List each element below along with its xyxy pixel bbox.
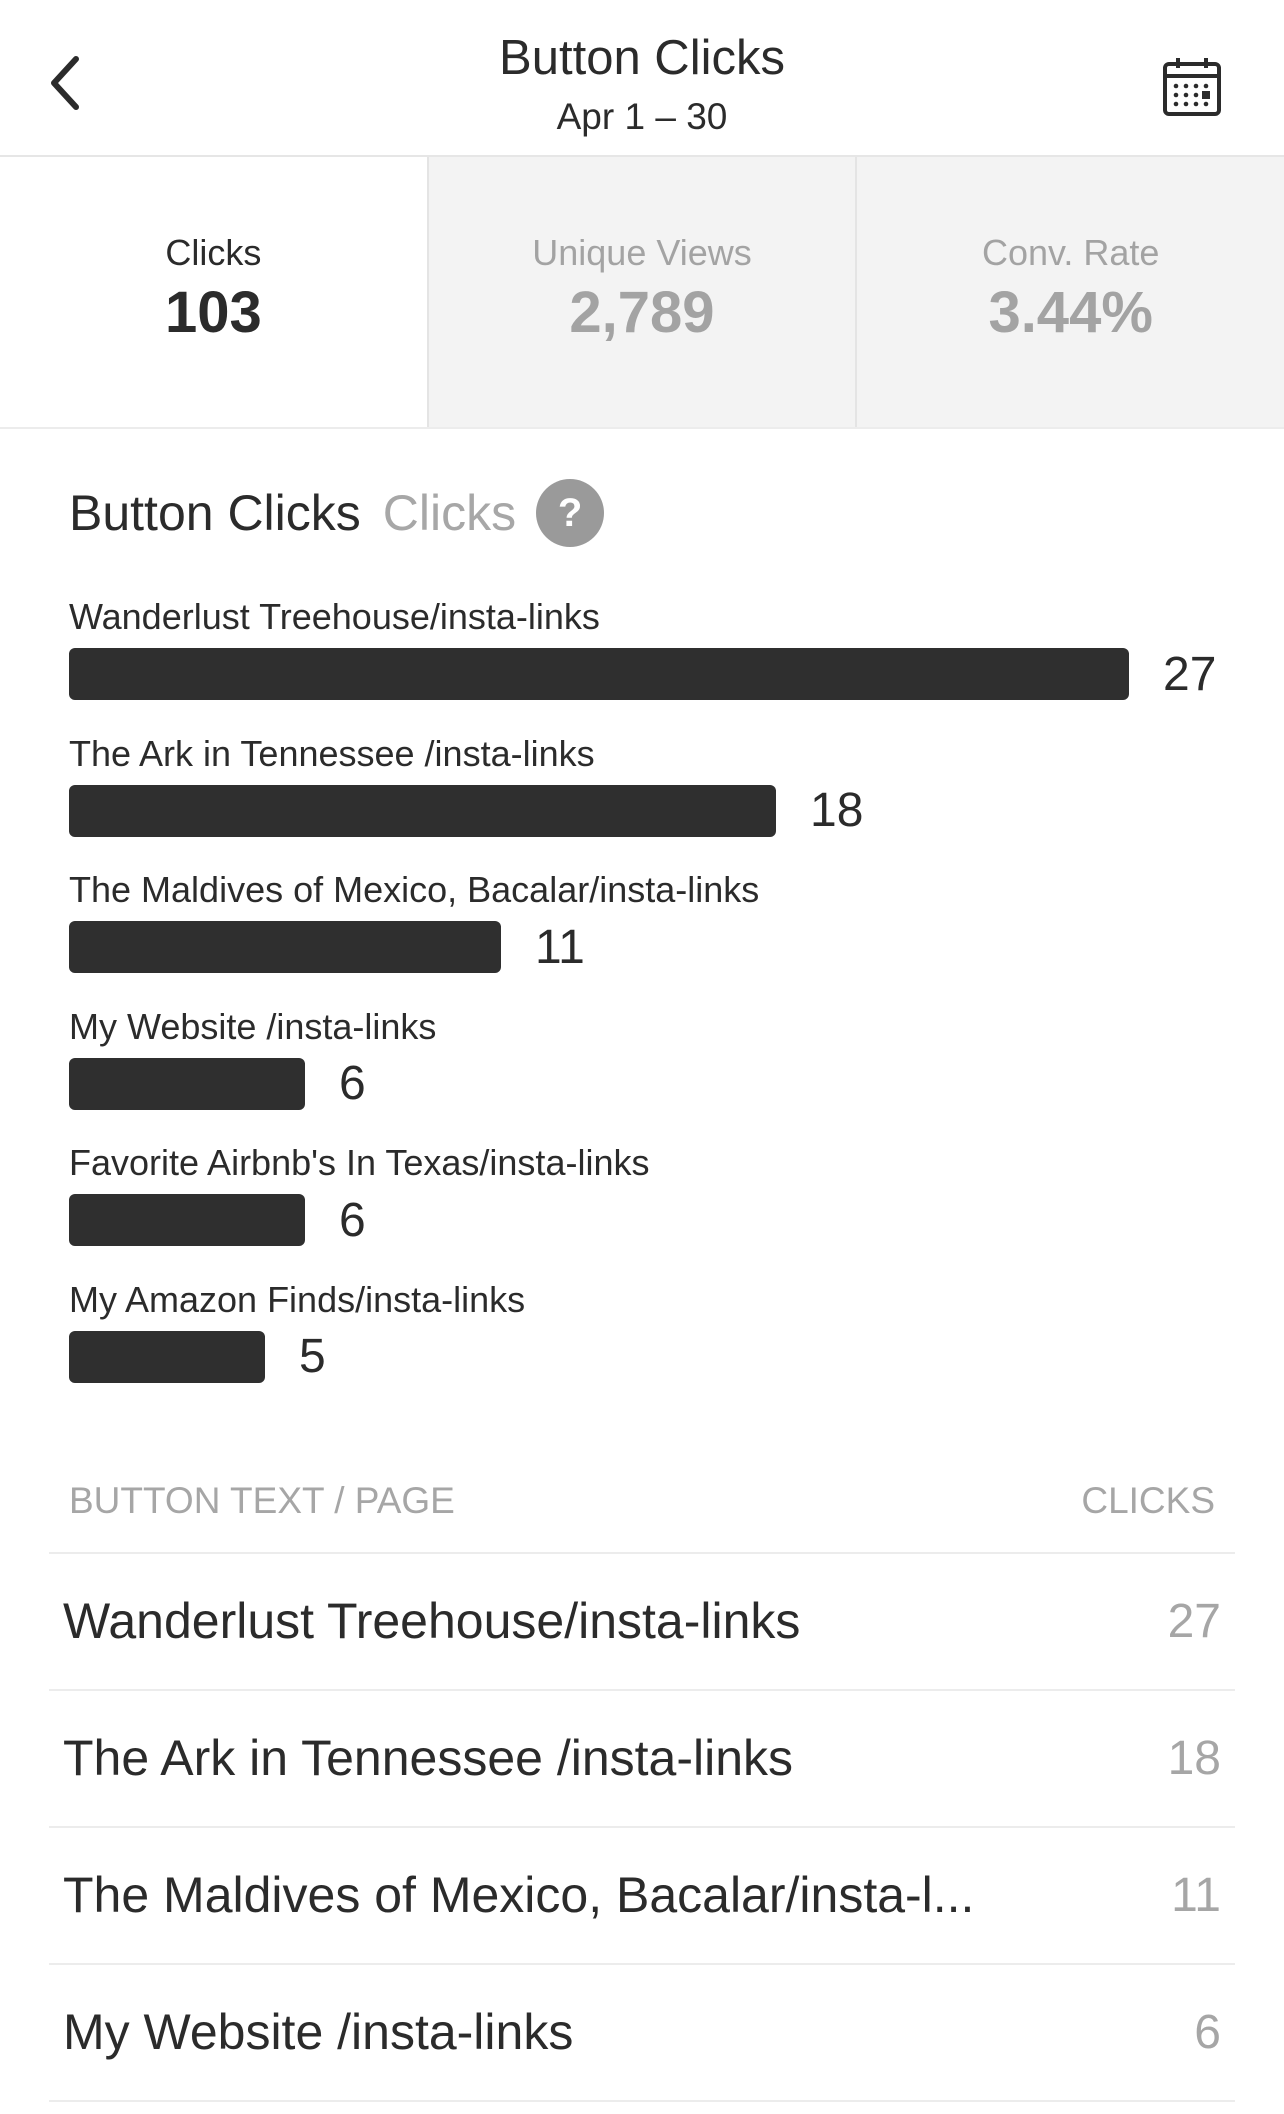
row-button-text: My Website /insta-links: [63, 2004, 574, 2060]
chart-metric: Clicks: [382, 485, 517, 541]
table-row[interactable]: The Ark in Tennessee /insta-links 18: [49, 1691, 1235, 1828]
row-button-text: Wanderlust Treehouse/insta-links: [63, 1593, 801, 1649]
bar-value-label: 27: [1163, 647, 1217, 701]
bar-track: 11: [69, 920, 585, 974]
bar: [69, 1330, 265, 1383]
bar-label: The Maldives of Mexico, Bacalar/insta-li…: [69, 869, 760, 910]
bar-value-label: 6: [339, 1193, 366, 1247]
table-header: BUTTON TEXT / PAGE CLICKS: [49, 1470, 1235, 1554]
row-button-text: The Ark in Tennessee /insta-links: [63, 1730, 794, 1786]
bar: [69, 784, 776, 837]
bar-track: 5: [69, 1330, 326, 1383]
table-row[interactable]: The Maldives of Mexico, Bacalar/insta-l.…: [49, 1828, 1235, 1965]
bar-row: The Ark in Tennessee /insta-links 18: [69, 727, 1229, 864]
bar-row: My Amazon Finds/insta-links 5: [69, 1273, 1229, 1410]
bar-track: 6: [69, 1057, 366, 1110]
column-header-clicks: CLICKS: [1081, 1480, 1215, 1521]
stat-label: Clicks: [165, 232, 262, 273]
row-clicks: 6: [1194, 2006, 1221, 2059]
calendar-icon: [1163, 58, 1221, 116]
bar-row: The Maldives of Mexico, Bacalar/insta-li…: [69, 863, 1229, 1000]
tab-clicks[interactable]: Clicks 103: [0, 157, 427, 427]
page-title: Button Clicks: [499, 31, 785, 85]
row-clicks: 18: [1167, 1732, 1221, 1785]
chart-title: Button Clicks: [69, 485, 361, 541]
bar-chart: Wanderlust Treehouse/insta-links 27 The Ar…: [69, 590, 1229, 1409]
row-clicks: 27: [1167, 1595, 1221, 1648]
bar: [69, 921, 501, 973]
bar-value-label: 6: [339, 1057, 366, 1110]
bar-label: Wanderlust Treehouse/insta-links: [69, 596, 600, 637]
help-icon[interactable]: ?: [536, 479, 605, 547]
calendar-button[interactable]: [1160, 52, 1224, 122]
column-header-button-text: BUTTON TEXT / PAGE: [69, 1480, 455, 1521]
bar-value-label: 11: [535, 920, 585, 974]
bar-label: The Ark in Tennessee /insta-links: [69, 732, 595, 774]
bar-row: Wanderlust Treehouse/insta-links 27: [69, 590, 1229, 727]
bar-row: My Website /insta-links 6: [69, 1000, 1229, 1137]
tab-conversion-rate[interactable]: Conv. Rate 3.44%: [855, 157, 1284, 427]
bar-value-label: 5: [299, 1330, 326, 1383]
chart-header: Button Clicks Clicks ?: [69, 478, 605, 548]
table-row[interactable]: My Website /insta-links 6: [49, 1965, 1235, 2102]
stat-value: 103: [164, 280, 262, 345]
header: Button Clicks Apr 1 – 30: [0, 0, 1284, 157]
stat-label: Unique Views: [532, 232, 752, 273]
table-row[interactable]: Wanderlust Treehouse/insta-links 27: [49, 1554, 1235, 1691]
row-button-text: The Maldives of Mexico, Bacalar/insta-l.…: [63, 1867, 975, 1923]
stat-value: 2,789: [569, 280, 715, 345]
bar-track: 18: [69, 784, 864, 837]
bar-row: Favorite Airbnb's In Texas/insta-links 6: [69, 1136, 1229, 1273]
bar-label: Favorite Airbnb's In Texas/insta-links: [69, 1142, 650, 1183]
clicks-table: BUTTON TEXT / PAGE CLICKS Wanderlust Tre…: [49, 1470, 1235, 2102]
stats-tabs: Clicks 103 Unique Views 2,789 Conv. Rate…: [0, 157, 1284, 429]
bar: [69, 648, 1129, 700]
row-clicks: 11: [1171, 1869, 1221, 1922]
stat-label: Conv. Rate: [981, 232, 1160, 273]
bar-label: My Website /insta-links: [69, 1005, 437, 1047]
bar-track: 27: [69, 647, 1217, 701]
date-range: Apr 1 – 30: [556, 96, 728, 137]
bar: [69, 1194, 305, 1246]
bar: [69, 1057, 305, 1110]
bar-label: My Amazon Finds/insta-links: [69, 1278, 526, 1320]
tab-unique-views[interactable]: Unique Views 2,789: [426, 157, 856, 427]
bar-value-label: 18: [810, 784, 864, 837]
bar-track: 6: [69, 1193, 366, 1247]
stat-value: 3.44%: [988, 280, 1153, 345]
